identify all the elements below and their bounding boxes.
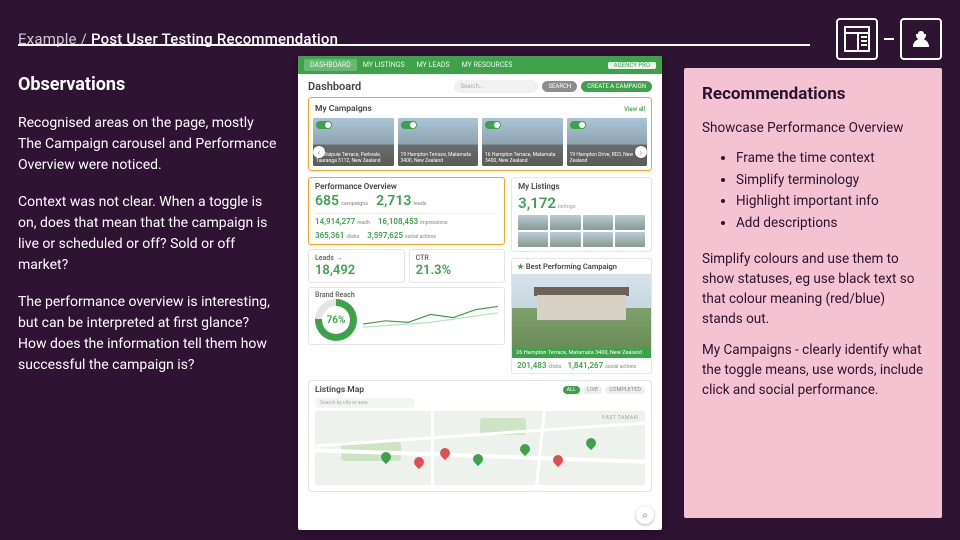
sparkline-icon <box>363 300 498 332</box>
map-area-label: EAST TAMAKI <box>602 415 639 421</box>
observations-p3: The performance overview is interesting,… <box>18 292 280 376</box>
campaign-toggle[interactable] <box>485 121 501 129</box>
create-campaign-button[interactable]: CREATE A CAMPAIGN <box>581 81 652 92</box>
campaign-card[interactable]: 16 Waipuia Terrace, Parkvale, Tauranga 3… <box>313 118 394 166</box>
search-input[interactable]: Search... <box>454 80 538 93</box>
wireframe-icon <box>836 18 878 60</box>
nav-item[interactable]: MY RESOURCES <box>456 61 519 69</box>
rec-bullet: Frame the time context <box>736 148 924 170</box>
nav-item[interactable]: MY LISTINGS <box>357 61 411 69</box>
map-pin-icon[interactable] <box>518 441 532 455</box>
campaign-card[interactable]: 19 Hampton Drive, RD3, New Zealand <box>567 118 648 166</box>
map-pin-icon[interactable] <box>551 453 565 467</box>
kpi-leads: 2,713leads <box>376 193 427 209</box>
my-listings-card: My Listings 3,172listings <box>511 177 652 252</box>
rec-bullet: Add descriptions <box>736 213 924 235</box>
star-icon: ★ <box>517 262 524 271</box>
kpi-social: 3,597,625social actions <box>367 231 436 240</box>
recommendations-title: Recommendations <box>702 84 924 104</box>
map-filter-all[interactable]: ALL <box>563 386 581 394</box>
recommendations-p3: My Campaigns - clearly identify what the… <box>702 340 924 401</box>
campaign-toggle[interactable] <box>570 121 586 129</box>
observations-p2: Context was not clear. When a toggle is … <box>18 192 280 276</box>
search-button[interactable]: SEARCH <box>542 81 577 92</box>
campaign-toggle[interactable] <box>401 121 417 129</box>
kpi-clicks: 365,361clicks <box>315 231 359 240</box>
observations-title: Observations <box>18 74 280 95</box>
my-campaigns-section: My Campaigns View all 16 Waipuia Terrace,… <box>308 97 652 171</box>
best-campaign-image <box>512 274 651 348</box>
best-clicks: 201,483 clicks <box>517 361 561 370</box>
app-topnav: DASHBOARD MY LISTINGS MY LEADS MY RESOUR… <box>298 56 662 74</box>
header-icons <box>836 18 942 60</box>
recommendations-panel: Recommendations Showcase Performance Ove… <box>684 68 942 518</box>
leads-card: Leads → 18,492 <box>308 249 405 283</box>
recommendations-list: Frame the time context Simplify terminol… <box>702 148 924 234</box>
dashboard-header: Dashboard Search... SEARCH CREATE A CAMP… <box>298 74 662 97</box>
best-social: 1,841,267 social actions <box>567 361 636 370</box>
kpi-impressions: 16,108,453impressions <box>378 217 448 226</box>
recommendations-lead: Showcase Performance Overview <box>702 118 924 138</box>
brand-reach-card: Brand Reach 76% <box>308 287 505 345</box>
carousel-prev-icon[interactable]: ‹ <box>313 146 325 158</box>
campaign-card[interactable]: 16 Hampton Terrace, Matamata 3400, New Z… <box>482 118 563 166</box>
rec-bullet: Highlight important info <box>736 191 924 213</box>
plan-badge: AGENCY PRO <box>608 62 656 69</box>
header-rule <box>18 44 810 46</box>
nav-item[interactable]: MY LEADS <box>411 61 456 69</box>
campaign-toggle[interactable] <box>316 121 332 129</box>
carousel-next-icon[interactable]: › <box>635 146 647 158</box>
map-pin-icon[interactable] <box>412 455 426 469</box>
zoom-fab-icon[interactable]: ⌕ <box>636 506 654 524</box>
recommendations-p2: Simplify colours and use them to show st… <box>702 249 924 330</box>
persona-icon <box>900 18 942 60</box>
listing-thumbnails <box>518 215 645 247</box>
performance-overview-card: Performance Overview 685campaigns 2,713l… <box>308 177 505 245</box>
map-filter-live[interactable]: LIVE <box>583 386 602 394</box>
map-canvas[interactable]: EAST TAMAKI <box>315 411 645 485</box>
ctr-card: CTR 21.3% <box>409 249 506 283</box>
observations-p1: Recognised areas on the page, mostly The… <box>18 113 280 176</box>
page-title: Dashboard <box>308 80 361 93</box>
campaign-card[interactable]: 19 Hampton Terrace, Matamata 3400, New Z… <box>398 118 479 166</box>
header: Example / Post User Testing Recommendati… <box>18 18 942 60</box>
map-pin-icon[interactable] <box>438 446 452 460</box>
view-all-link[interactable]: View all <box>624 106 645 113</box>
section-title: Performance Overview <box>315 182 498 191</box>
best-performing-card: ★Best Performing Campaign 26 Hampton Ter… <box>511 258 652 374</box>
map-pin-icon[interactable] <box>584 436 598 450</box>
kpi-campaigns: 685campaigns <box>315 193 368 209</box>
listings-map-card: Listings Map ALL LIVE COMPLETED Search b… <box>308 380 652 492</box>
map-filter-completed[interactable]: COMPLETED <box>605 386 645 394</box>
section-title: My Campaigns <box>315 104 372 114</box>
rec-bullet: Simplify terminology <box>736 170 924 192</box>
app-screenshot: DASHBOARD MY LISTINGS MY LEADS MY RESOUR… <box>298 56 662 530</box>
observations-panel: Observations Recognised areas on the pag… <box>18 74 280 392</box>
connector-line <box>884 38 894 40</box>
kpi-reach: 14,914,277reach <box>315 217 370 226</box>
nav-item[interactable]: DASHBOARD <box>304 59 357 71</box>
map-search-input[interactable]: Search by city or area <box>315 398 415 408</box>
donut-chart-icon: 76% <box>315 299 357 341</box>
